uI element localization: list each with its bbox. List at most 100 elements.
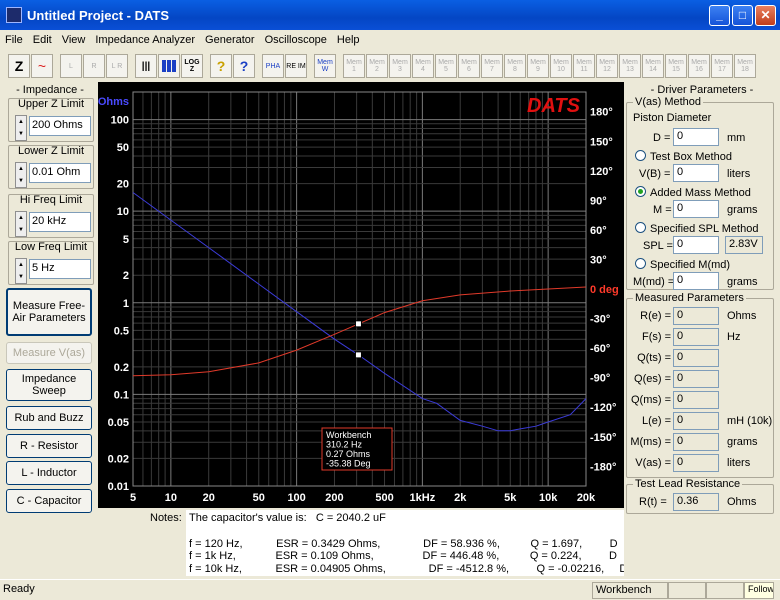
memory-button-4[interactable]: Mem 4 (412, 54, 434, 78)
lower-z-spinner[interactable]: ▲ ▼ (15, 162, 27, 188)
added-mass-radio[interactable]: Added Mass Method (635, 186, 751, 199)
memory-button-5[interactable]: Mem 5 (435, 54, 457, 78)
x-tick-label: 100 (287, 492, 305, 504)
param-label: L(e) = (641, 415, 671, 427)
notes-line: The capacitor's value is: C = 2040.2 uF (189, 512, 386, 524)
menu-oscilloscope[interactable]: Oscilloscope (260, 34, 332, 46)
memory-button-17[interactable]: Mem 17 (711, 54, 733, 78)
memory-button-12[interactable]: Mem 12 (596, 54, 618, 78)
mmd-input[interactable]: 0 (673, 272, 719, 290)
mmd-radio[interactable]: Specified M(md) (635, 258, 730, 271)
rub-buzz-button[interactable]: Rub and Buzz (6, 406, 92, 430)
memory-button-8[interactable]: Mem 8 (504, 54, 526, 78)
param-value: 0 (673, 370, 719, 388)
spl-input[interactable]: 0 (673, 236, 719, 254)
memory-button-13[interactable]: Mem 13 (619, 54, 641, 78)
low-freq-spinner[interactable]: ▲ ▼ (15, 258, 27, 284)
toolbar: Z ~ L R L R ||| LOG Z ? ? PHA RE IM Mem … (0, 52, 780, 80)
menu-impedance-analyzer[interactable]: Impedance Analyzer (90, 34, 200, 46)
context-help-icon[interactable]: ? (233, 54, 255, 78)
x-tick-label: 20 (203, 492, 215, 504)
memory-button-6[interactable]: Mem 6 (458, 54, 480, 78)
memory-button-3[interactable]: Mem 3 (389, 54, 411, 78)
y-right-tick-label: 60° (590, 225, 607, 237)
phase-button[interactable]: PHA (262, 54, 284, 78)
hi-freq-input[interactable]: 20 kHz (29, 212, 91, 232)
memory-button-15[interactable]: Mem 15 (665, 54, 687, 78)
maximize-button[interactable]: □ (732, 5, 753, 26)
rt-label: R(t) = (639, 496, 667, 508)
wave-mode-button[interactable]: ~ (31, 54, 53, 78)
low-freq-input[interactable]: 5 Hz (29, 259, 91, 279)
hi-freq-spinner[interactable]: ▲ ▼ (15, 211, 27, 237)
param-label: Q(ts) = (637, 352, 671, 364)
tool-lr-button[interactable]: L R (106, 54, 128, 78)
mem-w-button[interactable]: Mem W (314, 54, 336, 78)
minimize-button[interactable]: _ (709, 5, 730, 26)
r-resistor-button[interactable]: R - Resistor (6, 434, 92, 458)
marker-readout-line: -35.38 Deg (326, 459, 371, 469)
upper-z-input[interactable]: 200 Ohms (29, 116, 91, 136)
bar-chart-button[interactable] (158, 54, 180, 78)
grid-lines-button[interactable]: ||| (135, 54, 157, 78)
measure-free-air-button[interactable]: Measure Free-Air Parameters (6, 288, 92, 336)
y-right-tick-label: -180° (590, 461, 616, 473)
memory-button-18[interactable]: Mem 18 (734, 54, 756, 78)
vb-input[interactable]: 0 (673, 164, 719, 182)
y-right-tick-label: -90° (590, 373, 610, 385)
spl-method-label: Specified SPL Method (650, 223, 759, 235)
memory-button-2[interactable]: Mem 2 (366, 54, 388, 78)
spl-method-radio[interactable]: Specified SPL Method (635, 222, 758, 235)
m-input[interactable]: 0 (673, 200, 719, 218)
c-capacitor-button[interactable]: C - Capacitor (6, 489, 92, 513)
impedance-sweep-button[interactable]: Impedance Sweep (6, 369, 92, 401)
added-mass-label: Added Mass Method (650, 187, 751, 199)
param-value: 0 (673, 349, 719, 367)
x-tick-label: 5k (504, 492, 517, 504)
test-box-radio[interactable]: Test Box Method (635, 150, 732, 163)
memory-button-9[interactable]: Mem 9 (527, 54, 549, 78)
lower-z-input[interactable]: 0.01 Ohm (29, 163, 91, 183)
memory-button-14[interactable]: Mem 14 (642, 54, 664, 78)
memory-button-16[interactable]: Mem 16 (688, 54, 710, 78)
close-button[interactable]: ✕ (755, 5, 776, 26)
menu-view[interactable]: View (57, 34, 91, 46)
y-right-tick-label: 90° (590, 195, 607, 207)
measure-vas-button[interactable]: Measure V(as) (6, 342, 92, 364)
status-workbench: Workbench (592, 581, 668, 599)
menu-help[interactable]: Help (332, 34, 365, 46)
marker-point (354, 351, 362, 359)
memory-button-7[interactable]: Mem 7 (481, 54, 503, 78)
driver-title: - Driver Parameters - (650, 84, 754, 96)
d-input[interactable]: 0 (673, 128, 719, 146)
impedance-mode-button[interactable]: Z (8, 54, 30, 78)
menu-edit[interactable]: Edit (28, 34, 57, 46)
y-right-tick-label: -120° (590, 402, 616, 414)
tool-r-button[interactable]: R (83, 54, 105, 78)
hi-freq-group: Hi Freq Limit ▲ ▼ 20 kHz (8, 194, 94, 238)
test-box-label: Test Box Method (650, 151, 732, 163)
x-tick-label: 20k (577, 492, 596, 504)
tool-l-button[interactable]: L (60, 54, 82, 78)
memory-button-11[interactable]: Mem 11 (573, 54, 595, 78)
notes-line: f = 120 Hz, ESR = 0.3429 Ohms, DF = 58.9… (189, 538, 618, 550)
memory-button-10[interactable]: Mem 10 (550, 54, 572, 78)
d-label: D = (653, 132, 671, 144)
notes-textbox[interactable]: The capacitor's value is: C = 2040.2 uF … (186, 510, 624, 576)
l-inductor-button[interactable]: L - Inductor (6, 461, 92, 485)
re-im-button[interactable]: RE IM (285, 54, 307, 78)
log-z-button[interactable]: LOG Z (181, 54, 203, 78)
param-label: V(as) = (635, 457, 671, 469)
plot-frame (132, 91, 587, 487)
menu-file[interactable]: File (0, 34, 28, 46)
memory-button-1[interactable]: Mem 1 (343, 54, 365, 78)
vb-unit: liters (727, 168, 751, 180)
menu-bar: File Edit View Impedance Analyzer Genera… (0, 30, 780, 49)
notes-line: f = 1k Hz, ESR = 0.109 Ohms, DF = 446.48… (189, 550, 617, 562)
help-icon[interactable]: ? (210, 54, 232, 78)
notes-area: Notes: The capacitor's value is: C = 204… (98, 510, 624, 576)
y-left-tick-label: 1 (123, 298, 129, 310)
upper-z-spinner[interactable]: ▲ ▼ (15, 115, 27, 141)
impedance-chart[interactable]: 5 10 20 50 100 200 500 1kHz 2k 5k 10k 20k 100 50 20 10 5… (98, 82, 624, 508)
menu-generator[interactable]: Generator (200, 34, 260, 46)
